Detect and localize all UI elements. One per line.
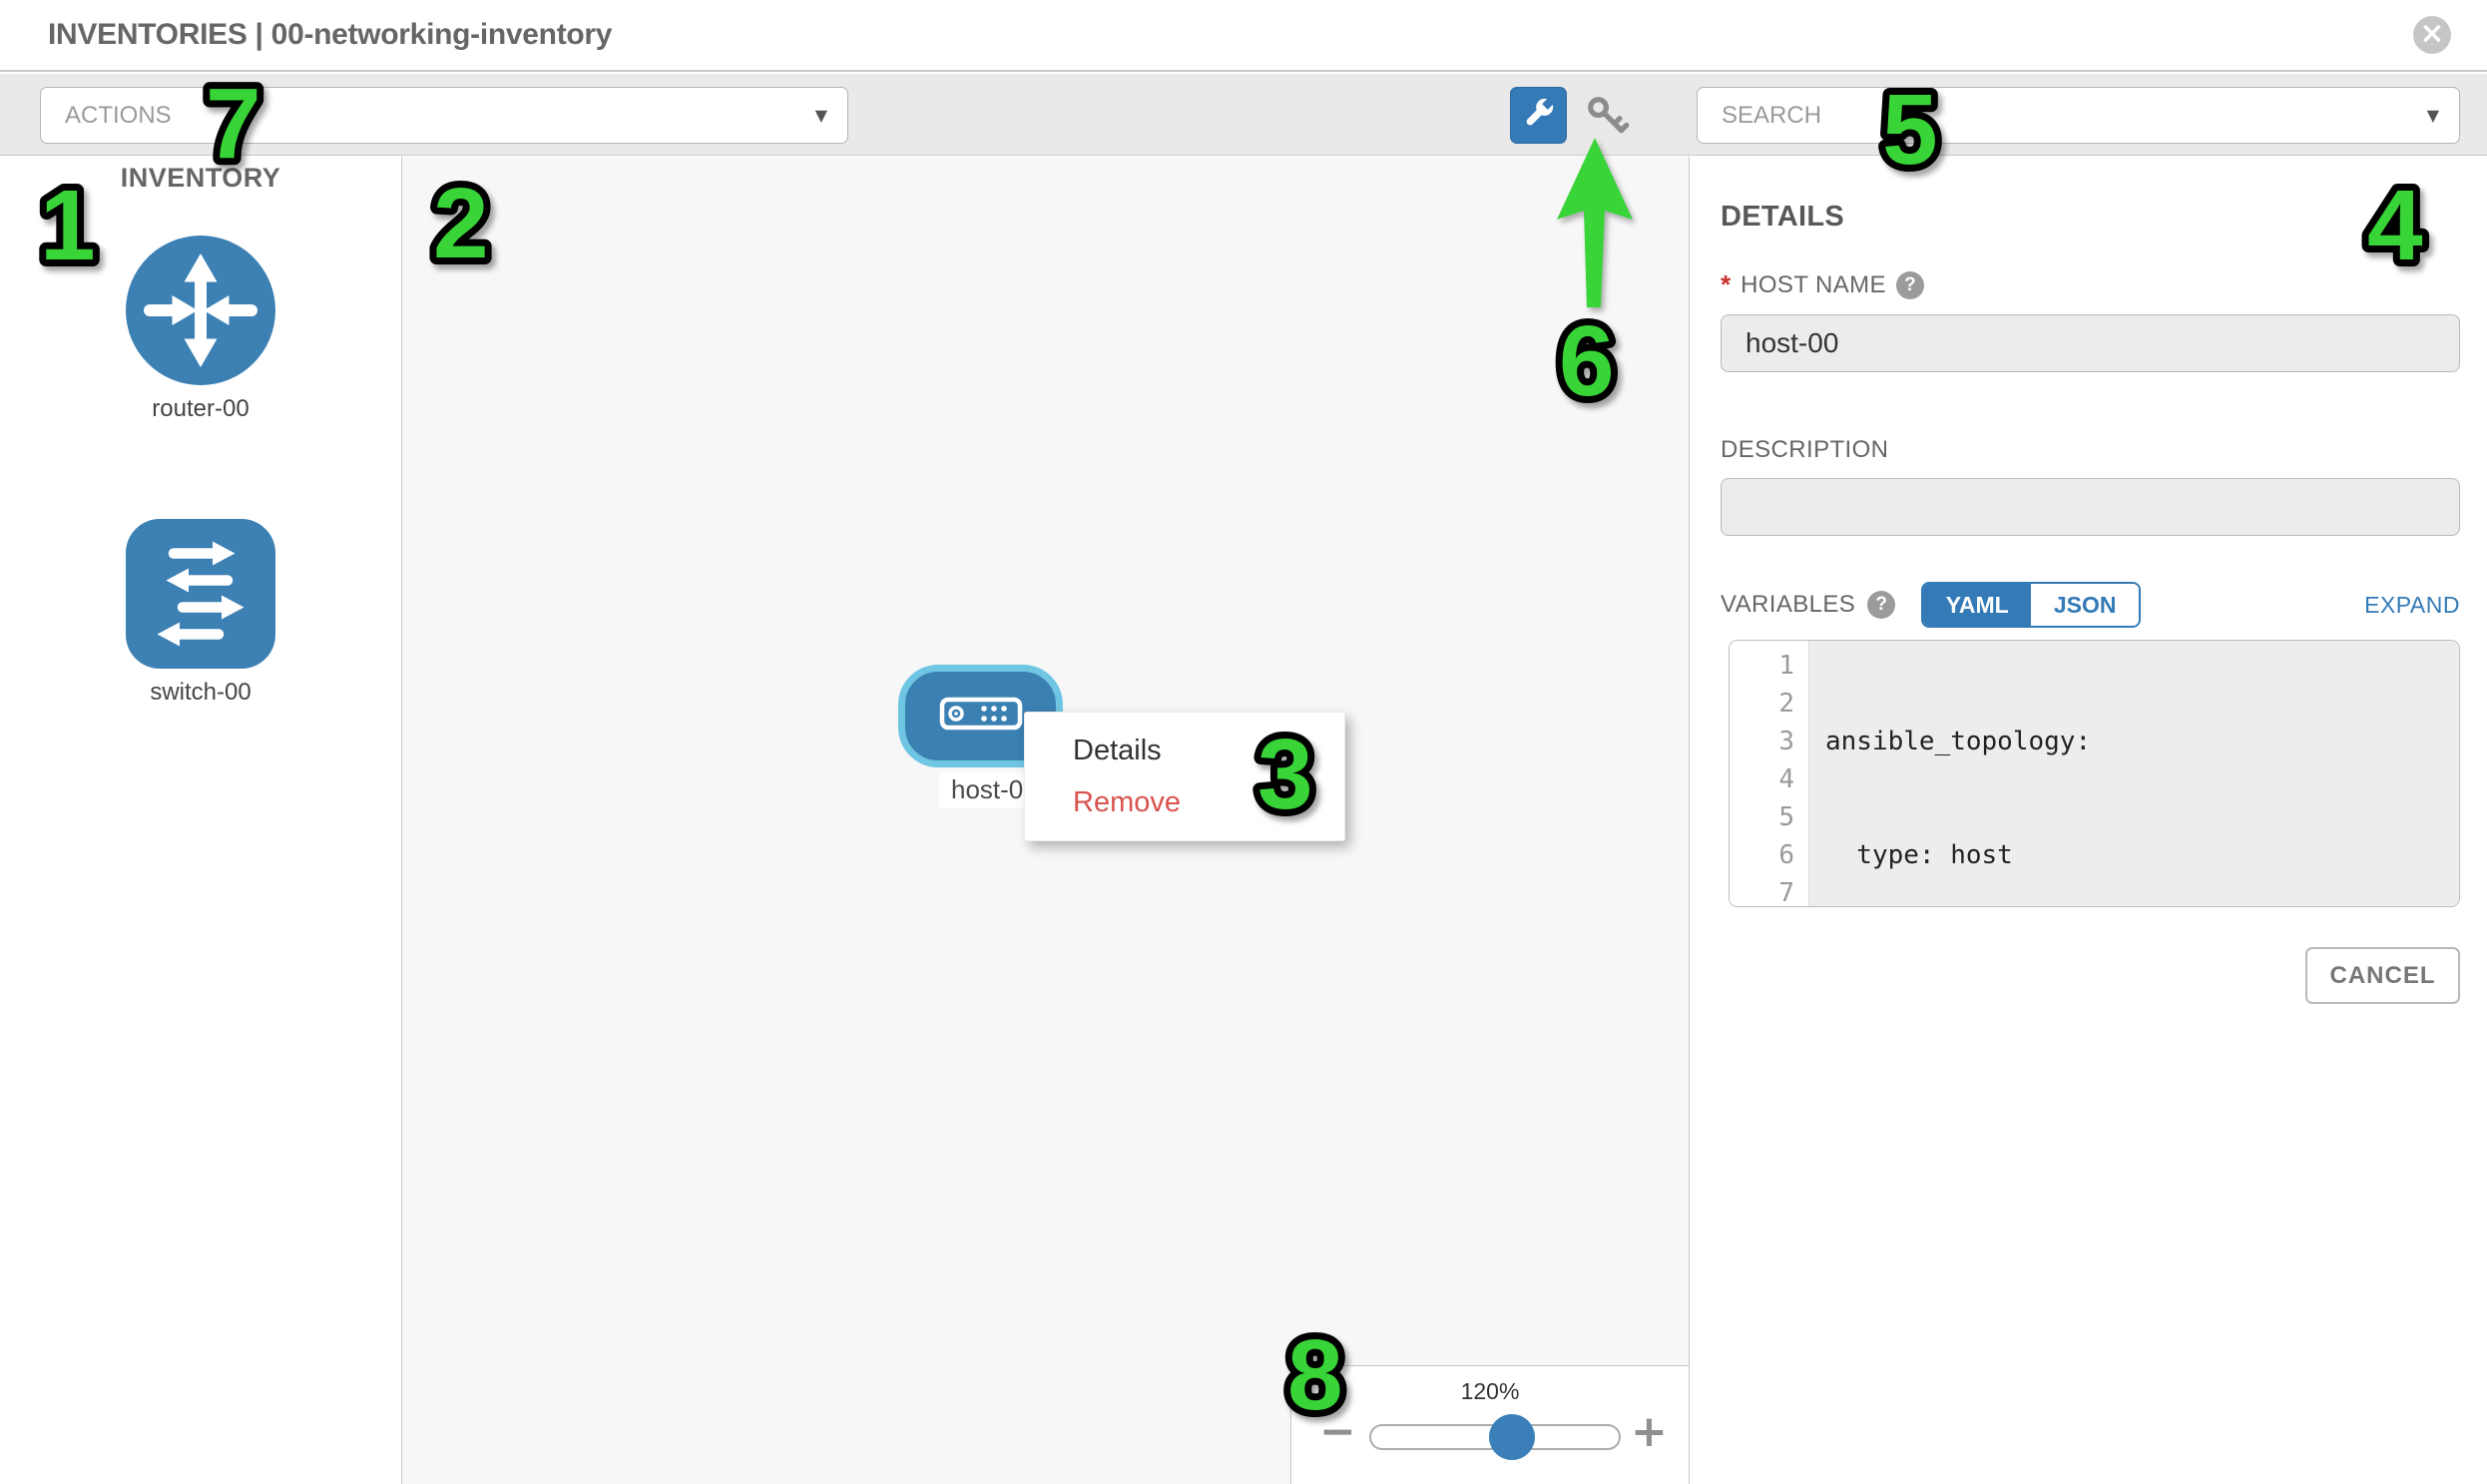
toolbar: ACTIONS ▼	[0, 74, 2487, 156]
switch-icon	[126, 519, 275, 669]
wrench-icon	[1521, 95, 1557, 136]
code-line: ansible_topology:	[1825, 723, 2459, 760]
search-dropdown[interactable]: SEARCH ▼	[1697, 87, 2460, 144]
key-icon	[1585, 94, 1631, 145]
json-toggle-button[interactable]: JSON	[2031, 584, 2139, 626]
key-button[interactable]	[1585, 96, 1631, 142]
palette-item-label: switch-00	[0, 679, 401, 707]
palette-item-label: router-00	[0, 395, 401, 423]
variables-code-editor[interactable]: 1 2 3 4 5 6 7 ansible_topology: type: ho…	[1729, 640, 2460, 907]
host-server-icon	[939, 697, 1023, 736]
help-icon[interactable]: ?	[1896, 271, 1924, 299]
details-panel: DETAILS * HOST NAME ? DESCRIPTION VARIAB…	[1691, 157, 2487, 1484]
variables-label: VARIABLES	[1721, 591, 1855, 619]
palette-item-switch[interactable]: switch-00	[0, 519, 401, 707]
expand-link[interactable]: EXPAND	[2364, 592, 2460, 619]
zoom-in-button[interactable]: +	[1631, 1410, 1668, 1454]
context-menu-item-details[interactable]: Details	[1025, 725, 1344, 776]
help-icon[interactable]: ?	[1867, 591, 1895, 619]
code-line: type: host	[1825, 836, 2459, 874]
editor-code[interactable]: ansible_topology: type: host name: host-…	[1809, 641, 2459, 906]
zoom-control: 120% − +	[1290, 1365, 1690, 1484]
zoom-level-value: 120%	[1291, 1378, 1689, 1405]
close-icon[interactable]: ×	[2413, 16, 2451, 54]
editor-line-numbers: 1 2 3 4 5 6 7	[1730, 641, 1809, 906]
host-name-label: HOST NAME	[1741, 271, 1886, 299]
required-marker: *	[1721, 269, 1731, 300]
zoom-slider-knob[interactable]	[1489, 1414, 1535, 1460]
palette-item-router[interactable]: router-00	[0, 236, 401, 423]
actions-dropdown[interactable]: ACTIONS ▼	[40, 87, 848, 144]
toggle-toolbox-button[interactable]	[1510, 87, 1567, 144]
router-icon	[126, 236, 275, 385]
cancel-button[interactable]: CANCEL	[2305, 947, 2460, 1004]
zoom-out-button[interactable]: −	[1319, 1410, 1356, 1454]
inventory-palette: INVENTORY	[0, 157, 402, 1484]
zoom-slider[interactable]	[1369, 1424, 1621, 1450]
palette-heading: INVENTORY	[0, 163, 401, 194]
header-bar: INVENTORIES | 00-networking-inventory ×	[0, 0, 2487, 72]
variables-format-toggle: YAML JSON	[1921, 582, 2141, 628]
description-label: DESCRIPTION	[1721, 436, 1888, 464]
node-context-menu: Details Remove	[1024, 712, 1345, 841]
topology-canvas[interactable]: host-00 Details Remove 120% − +	[402, 157, 1690, 1484]
description-field[interactable]	[1721, 478, 2460, 536]
host-name-field[interactable]	[1721, 314, 2460, 372]
search-dropdown-label: SEARCH	[1722, 88, 1821, 143]
yaml-toggle-button[interactable]: YAML	[1923, 584, 2031, 626]
actions-dropdown-label: ACTIONS	[65, 88, 172, 143]
chevron-down-icon: ▼	[815, 88, 827, 143]
inventory-topology-app: INVENTORIES | 00-networking-inventory × …	[0, 0, 2487, 1484]
chevron-down-icon: ▼	[2427, 88, 2439, 143]
context-menu-item-remove[interactable]: Remove	[1025, 776, 1344, 828]
details-heading: DETAILS	[1721, 201, 2460, 234]
page-title: INVENTORIES | 00-networking-inventory	[48, 18, 612, 52]
